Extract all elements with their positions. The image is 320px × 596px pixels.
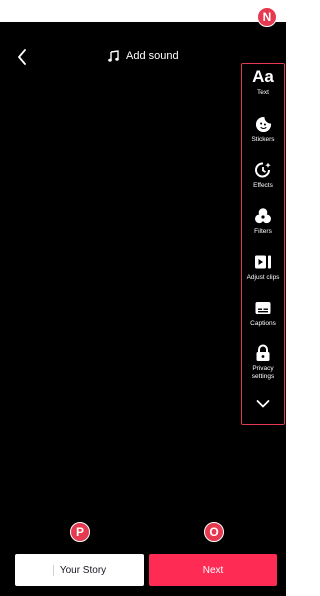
- marker-o: O: [204, 522, 224, 542]
- add-sound-label: Add sound: [126, 50, 179, 62]
- effects-icon: [255, 162, 271, 178]
- tool-effects-label: Effects: [253, 182, 273, 189]
- adjust-clips-icon: [255, 255, 271, 269]
- toolbar-more-button[interactable]: [242, 399, 284, 409]
- marker-n: N: [257, 7, 277, 27]
- filters-icon: [255, 208, 271, 224]
- tool-text-label: Text: [257, 89, 269, 96]
- divider: [52, 564, 54, 576]
- text-aa-icon: Aa: [252, 67, 274, 86]
- sticker-icon: [255, 116, 271, 133]
- tool-effects[interactable]: Effects: [242, 161, 284, 190]
- captions-icon: [255, 302, 271, 314]
- lock-icon: [256, 344, 270, 361]
- editor-canvas: Add sound Aa Text Stickers Effects Filte…: [0, 22, 286, 596]
- your-story-label: Your Story: [59, 564, 107, 576]
- tool-stickers-label: Stickers: [251, 136, 275, 143]
- your-story-button[interactable]: Your Story: [15, 554, 144, 586]
- add-sound-button[interactable]: Add sound: [108, 50, 179, 62]
- next-button[interactable]: Next: [149, 554, 277, 586]
- chevron-left-icon: [18, 49, 26, 65]
- tool-filters-label: Filters: [254, 228, 272, 235]
- tool-captions[interactable]: Captions: [242, 299, 284, 328]
- chevron-down-icon: [256, 400, 270, 408]
- marker-p: P: [70, 522, 90, 542]
- tool-adjust-clips-label: Adjust clips: [246, 274, 280, 281]
- tool-text[interactable]: Aa Text: [242, 68, 284, 97]
- edit-toolbar: Aa Text Stickers Effects Filters Adjust …: [241, 63, 285, 425]
- tool-stickers[interactable]: Stickers: [242, 116, 284, 144]
- next-label: Next: [202, 564, 224, 576]
- tool-privacy-settings-label: Privacy settings: [251, 365, 275, 380]
- tool-privacy-settings[interactable]: Privacy settings: [242, 344, 284, 381]
- back-button[interactable]: [12, 46, 32, 68]
- tool-captions-label: Captions: [250, 320, 276, 327]
- tool-filters[interactable]: Filters: [242, 207, 284, 236]
- music-note-icon: [108, 50, 119, 62]
- tool-adjust-clips[interactable]: Adjust clips: [242, 253, 284, 282]
